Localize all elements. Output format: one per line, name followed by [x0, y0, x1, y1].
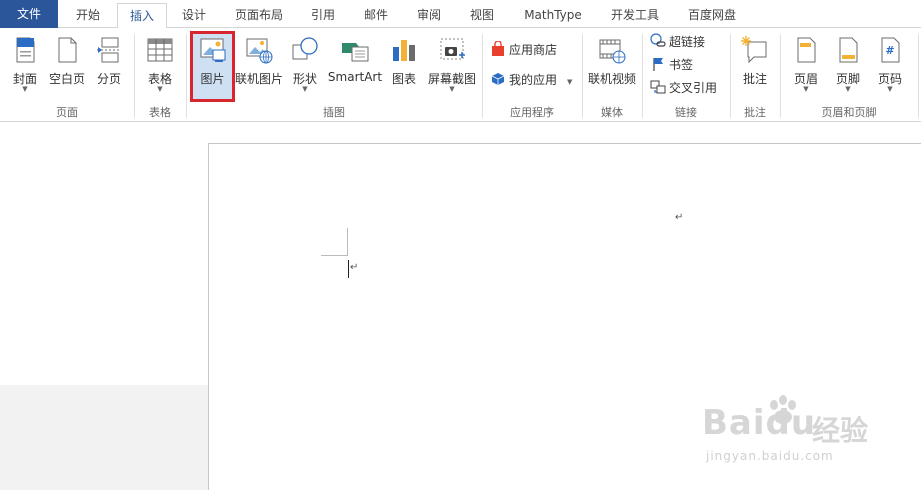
- paragraph-mark: ↵: [675, 212, 684, 223]
- tab-file[interactable]: 文件: [0, 0, 58, 28]
- online-video-label: 联机视频: [587, 72, 636, 86]
- watermark-url: jingyan.baidu.com: [706, 449, 834, 463]
- online-video-button[interactable]: 联机视频: [586, 32, 638, 100]
- my-apps-button[interactable]: 我的应用 ▼: [490, 70, 572, 90]
- media-group-label: 媒体: [601, 106, 623, 119]
- page-break-label: 分页: [96, 72, 121, 86]
- online-picture-icon: [246, 38, 273, 64]
- bookmark-flag-icon: [653, 58, 663, 71]
- paragraph-mark: ↵: [350, 262, 359, 273]
- tab-mathtype[interactable]: MathType: [511, 3, 595, 28]
- picture-icon: [200, 38, 225, 62]
- chevron-down-icon: ▼: [22, 85, 28, 93]
- tab-design[interactable]: 设计: [170, 3, 218, 28]
- app-store-button[interactable]: 应用商店: [490, 40, 557, 60]
- chevron-down-icon: ▼: [567, 78, 573, 86]
- margin-corner-mark: [347, 228, 348, 256]
- picture-label: 图片: [200, 72, 225, 86]
- pages-group-label: 页面: [56, 106, 78, 119]
- blank-page-button[interactable]: 空白页: [46, 32, 88, 100]
- chevron-down-icon: ▼: [845, 85, 851, 93]
- header-footer-group-label: 页眉和页脚: [821, 106, 877, 119]
- smartart-icon: [342, 43, 369, 62]
- comment-label: 批注: [742, 72, 767, 86]
- table-group-label: 表格: [149, 106, 171, 119]
- smartart-button[interactable]: SmartArt: [326, 32, 384, 100]
- comment-button[interactable]: 批注: [734, 32, 776, 100]
- tab-developer[interactable]: 开发工具: [600, 3, 670, 28]
- chevron-down-icon: ▼: [157, 85, 163, 93]
- my-apps-label: 我的应用: [509, 73, 558, 87]
- page-number-icon: #: [881, 37, 900, 63]
- comments-group-label: 批注: [744, 106, 766, 119]
- bookmark-label: 书签: [669, 58, 694, 72]
- watermark-jingyan: 经验: [812, 414, 869, 447]
- tab-home[interactable]: 开始: [62, 3, 114, 28]
- cover-page-icon: [16, 37, 35, 63]
- shapes-button[interactable]: 形状 ▼: [287, 32, 323, 100]
- header-icon: [797, 37, 816, 63]
- page-number-button[interactable]: # 页码 ▼: [870, 32, 910, 100]
- links-group-label: 链接: [675, 106, 697, 119]
- chevron-down-icon: ▼: [302, 85, 308, 93]
- page-break-button[interactable]: 分页: [90, 32, 128, 100]
- blank-page-label: 空白页: [48, 72, 85, 86]
- margin-corner-mark: [321, 255, 348, 256]
- group-divider: [918, 34, 919, 118]
- tab-view[interactable]: 视图: [458, 3, 506, 28]
- app-store-label: 应用商店: [509, 43, 558, 57]
- footer-icon: [839, 37, 858, 63]
- svg-text:#: #: [885, 44, 894, 57]
- table-button[interactable]: 表格 ▼: [140, 32, 180, 100]
- tab-insert[interactable]: 插入: [117, 3, 167, 29]
- chart-label: 图表: [391, 72, 416, 86]
- my-apps-icon: [491, 73, 505, 85]
- illustrations-group-label: 插图: [323, 106, 345, 119]
- bookmark-button[interactable]: 书签: [650, 55, 693, 75]
- shapes-icon: [292, 37, 318, 60]
- footer-button[interactable]: 页脚 ▼: [828, 32, 868, 100]
- chevron-down-icon: ▼: [887, 85, 893, 93]
- tab-references[interactable]: 引用: [299, 3, 347, 28]
- watermark-brand: Baidu: [702, 403, 817, 443]
- cover-page-button[interactable]: 封面 ▼: [6, 32, 44, 100]
- cross-reference-button[interactable]: 交叉引用: [650, 78, 717, 98]
- tab-page-layout[interactable]: 页面布局: [222, 3, 296, 28]
- ribbon: 封面 ▼ 空白页 分页 页面 表格 ▼ 表格 图片 联机图片 形状 ▼ Smar…: [0, 28, 921, 122]
- blank-page-icon: [58, 37, 77, 63]
- screenshot-icon: [440, 38, 465, 60]
- apps-group-label: 应用程序: [510, 106, 554, 119]
- online-video-icon: [599, 39, 626, 64]
- hyperlink-label: 超链接: [669, 35, 706, 49]
- table-icon: [147, 38, 173, 62]
- ribbon-tab-bar: 文件 开始 插入 设计 页面布局 引用 邮件 审阅 视图 MathType 开发…: [0, 0, 921, 29]
- chart-icon: [393, 40, 415, 61]
- online-picture-button[interactable]: 联机图片: [234, 32, 284, 100]
- cross-reference-icon: [650, 80, 666, 94]
- hyperlink-icon: [650, 33, 666, 47]
- cross-reference-label: 交叉引用: [669, 81, 718, 95]
- new-comment-icon: [741, 36, 767, 64]
- hyperlink-button[interactable]: 超链接: [650, 32, 705, 52]
- chevron-down-icon: ▼: [803, 85, 809, 93]
- screenshot-button[interactable]: 屏幕截图 ▼: [424, 32, 480, 100]
- chevron-down-icon: ▼: [449, 85, 455, 93]
- store-bag-icon: [492, 41, 504, 56]
- page-break-icon: [97, 37, 121, 63]
- picture-button[interactable]: 图片: [193, 32, 232, 100]
- chart-button[interactable]: 图表: [386, 32, 422, 100]
- smartart-label: SmartArt: [327, 70, 383, 84]
- tab-mailings[interactable]: 邮件: [352, 3, 400, 28]
- text-cursor: [348, 260, 349, 278]
- online-picture-label: 联机图片: [234, 72, 283, 86]
- header-button[interactable]: 页眉 ▼: [786, 32, 826, 100]
- tab-review[interactable]: 审阅: [405, 3, 453, 28]
- baidu-jingyan-watermark: Baidu 经验 jingyan.baidu.com: [700, 395, 900, 475]
- navigation-pane-background: [0, 385, 208, 490]
- tab-baidu-netdisk[interactable]: 百度网盘: [676, 3, 748, 28]
